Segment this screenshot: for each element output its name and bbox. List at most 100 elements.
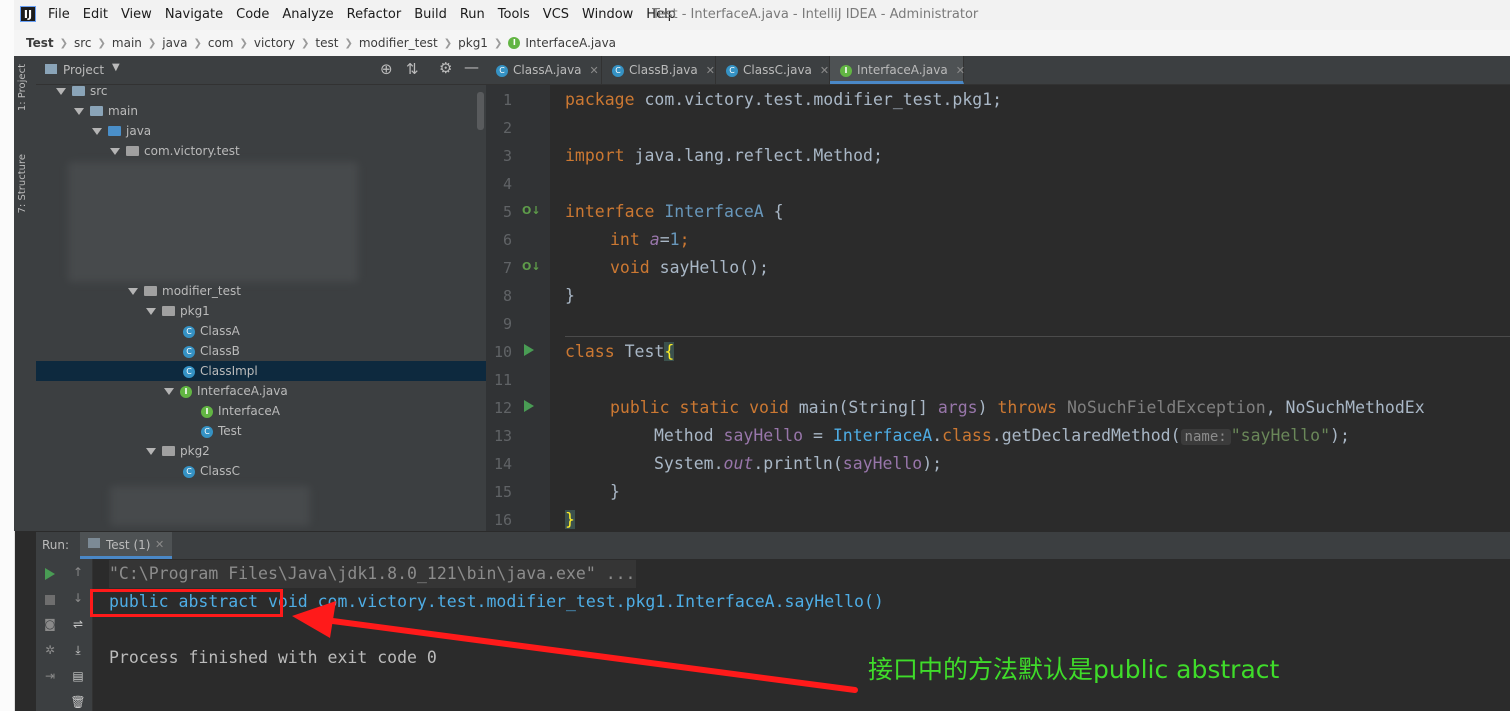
close-icon[interactable]: ✕ [706, 64, 715, 77]
menu-tools[interactable]: Tools [498, 7, 530, 22]
project-scrollbar[interactable] [477, 92, 484, 130]
menu-view[interactable]: View [121, 7, 152, 22]
run-gutter-icon[interactable] [524, 344, 534, 356]
settings-icon[interactable]: ✲ [42, 643, 58, 657]
tree-node-classimpl[interactable]: C ClassImpl [36, 361, 486, 381]
menu-code[interactable]: Code [236, 7, 269, 22]
close-icon[interactable]: ✕ [590, 64, 599, 77]
package-icon [162, 445, 175, 456]
tree-node-classc[interactable]: C ClassC [36, 461, 486, 481]
run-output-console[interactable]: "C:\Program Files\Java\jdk1.8.0_121\bin\… [93, 559, 1510, 711]
tab-interfacea[interactable]: I InterfaceA.java ✕ [830, 56, 965, 84]
camera-icon[interactable]: ◙ [42, 617, 58, 631]
tab-structure-tool[interactable]: 7: Structure [17, 154, 28, 213]
menu-build[interactable]: Build [414, 7, 447, 22]
tree-node-classa[interactable]: C ClassA [36, 321, 486, 341]
interface-icon: I [201, 405, 213, 418]
tree-node-modifier-test[interactable]: modifier_test [36, 281, 486, 301]
breadcrumb-project[interactable]: Test [26, 36, 54, 50]
implemented-marker-icon[interactable]: O↓ [522, 260, 541, 273]
tab-project-tool[interactable]: 1: Project [17, 64, 28, 111]
close-icon[interactable]: ✕ [820, 64, 829, 77]
tab-classb[interactable]: C ClassB.java ✕ [602, 56, 716, 84]
breadcrumb-item[interactable]: java [162, 36, 187, 50]
tree-node-classb[interactable]: C ClassB [36, 341, 486, 361]
tree-node-java[interactable]: java [36, 121, 486, 141]
print-icon[interactable]: ▤ [70, 669, 86, 683]
line-number: 13 [493, 427, 512, 445]
chevron-down-icon[interactable]: ▼ [112, 62, 120, 73]
breadcrumb-item[interactable]: victory [254, 36, 295, 50]
exit-icon[interactable]: ⇥ [42, 669, 58, 683]
menu-file[interactable]: File [48, 7, 70, 22]
window-title: Test - InterfaceA.java - IntelliJ IDEA -… [652, 7, 979, 22]
line-number: 14 [493, 455, 512, 473]
trash-icon[interactable]: 🗑 [70, 695, 86, 709]
breadcrumb-item[interactable]: test [315, 36, 338, 50]
arrow-down-icon[interactable]: ↓ [70, 591, 86, 605]
project-folder-icon [45, 64, 57, 74]
tab-classa[interactable]: C ClassA.java ✕ [486, 56, 602, 84]
collapse-all-icon[interactable]: ⇅ [406, 60, 419, 78]
expand-arrow-icon[interactable] [110, 148, 120, 155]
tree-node-pkg2[interactable]: pkg2 [36, 441, 486, 461]
chevron-right-icon: ❯ [239, 37, 248, 49]
code-line-16: } [565, 510, 575, 529]
tree-node-test[interactable]: C Test [36, 421, 486, 441]
arrow-up-icon[interactable]: ↑ [70, 565, 86, 579]
menu-run[interactable]: Run [460, 7, 485, 22]
line-number: 16 [493, 511, 512, 529]
minimize-icon[interactable]: — [464, 58, 479, 76]
annotation-text: 接口中的方法默认是public abstract [868, 655, 1280, 684]
code-line-1: package com.victory.test.modifier_test.p… [565, 90, 1003, 109]
code-line-13: Method sayHello = InterfaceA.class.getDe… [654, 426, 1350, 445]
code-line-7: void sayHello(); [610, 258, 769, 277]
expand-arrow-icon[interactable] [128, 288, 138, 295]
menu-navigate[interactable]: Navigate [165, 7, 223, 22]
tree-node-src[interactable]: src [36, 81, 486, 101]
gear-icon[interactable]: ⚙ [439, 59, 452, 77]
menu-analyze[interactable]: Analyze [282, 7, 333, 22]
run-config-icon [88, 538, 100, 548]
tab-classc[interactable]: C ClassC.java ✕ [716, 56, 830, 84]
code-editor[interactable]: package com.victory.test.modifier_test.p… [550, 85, 1510, 531]
soft-wrap-icon[interactable]: ⇌ [70, 617, 86, 631]
editor-tabs: C ClassA.java ✕ C ClassB.java ✕ C ClassC.java… [486, 56, 1510, 85]
tree-node-interfacea-file[interactable]: I InterfaceA.java [36, 381, 486, 401]
menu-window[interactable]: Window [582, 7, 633, 22]
breadcrumb-item[interactable]: modifier_test [359, 36, 438, 50]
expand-arrow-icon[interactable] [74, 108, 84, 115]
tree-node-interfacea[interactable]: I InterfaceA [36, 401, 486, 421]
breadcrumb-item[interactable]: pkg1 [458, 36, 488, 50]
class-icon: C [496, 64, 508, 77]
tree-node-main[interactable]: main [36, 101, 486, 121]
breadcrumb-file[interactable]: InterfaceA.java [525, 36, 616, 50]
blurred-tree-items [68, 162, 358, 282]
expand-arrow-icon[interactable] [56, 88, 66, 95]
line-number: 2 [502, 119, 512, 137]
close-icon[interactable]: ✕ [155, 538, 164, 551]
implemented-marker-icon[interactable]: O↓ [522, 204, 541, 217]
line-number: 6 [502, 231, 512, 249]
breadcrumb-item[interactable]: src [74, 36, 92, 50]
expand-arrow-icon[interactable] [164, 388, 174, 395]
locate-icon[interactable]: ⊕ [380, 60, 393, 78]
breadcrumb-item[interactable]: main [112, 36, 142, 50]
menu-edit[interactable]: Edit [83, 7, 108, 22]
menu-vcs[interactable]: VCS [543, 7, 569, 22]
project-view-title[interactable]: Project [63, 63, 104, 77]
expand-arrow-icon[interactable] [92, 128, 102, 135]
run-gutter-icon[interactable] [524, 400, 534, 412]
tree-node-pkg1[interactable]: pkg1 [36, 301, 486, 321]
line-number: 5 [502, 203, 512, 221]
scroll-to-end-icon[interactable]: ⤓ [70, 643, 86, 658]
tree-node-package-root[interactable]: com.victory.test [36, 141, 486, 161]
expand-arrow-icon[interactable] [146, 308, 156, 315]
menu-refactor[interactable]: Refactor [347, 7, 402, 22]
breadcrumb-item[interactable]: com [208, 36, 234, 50]
close-icon[interactable]: ✕ [956, 64, 965, 77]
stop-icon[interactable] [45, 595, 55, 605]
folder-icon [90, 105, 103, 116]
rerun-icon[interactable] [45, 568, 55, 580]
expand-arrow-icon[interactable] [146, 448, 156, 455]
